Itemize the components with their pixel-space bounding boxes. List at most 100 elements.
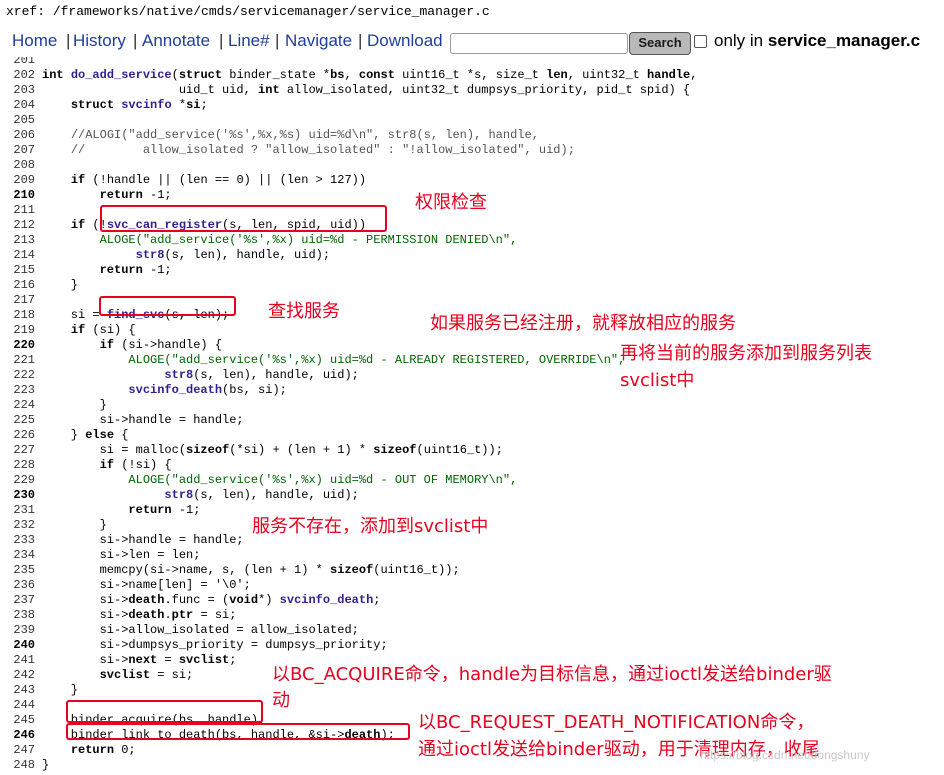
line-number[interactable]: 234: [0, 548, 35, 563]
code-line: 204 struct svcinfo *si;: [0, 98, 944, 113]
code-text: }: [42, 278, 79, 292]
line-number[interactable]: 225: [0, 413, 35, 428]
code-text: if (!handle || (len == 0) || (len > 127)…: [70, 173, 367, 187]
nav-navigate[interactable]: Navigate: [285, 31, 352, 51]
nav-history[interactable]: History: [73, 31, 126, 51]
code-line: 225 si->handle = handle;: [0, 413, 944, 428]
line-number[interactable]: 230: [0, 488, 35, 503]
code-text: } else {: [42, 428, 129, 442]
line-number[interactable]: 212: [0, 218, 35, 233]
line-number[interactable]: 219: [0, 323, 35, 338]
line-number[interactable]: 209: [0, 173, 35, 188]
code-line: 230 str8(s, len), handle, uid);: [0, 488, 944, 503]
line-number[interactable]: 245: [0, 713, 35, 728]
line-number[interactable]: 248: [0, 758, 35, 773]
line-number[interactable]: 231: [0, 503, 35, 518]
line-number[interactable]: 246: [0, 728, 35, 743]
code-text: // allow_isolated ? "allow_isolated" : "…: [70, 143, 575, 157]
code-text: //ALOGI("add_service('%s',%x,%s) uid=%d\…: [70, 128, 539, 142]
line-number[interactable]: 240: [0, 638, 35, 653]
code-line: 227 si = malloc(sizeof(*si) + (len + 1) …: [0, 443, 944, 458]
line-number[interactable]: 236: [0, 578, 35, 593]
line-number[interactable]: 247: [0, 743, 35, 758]
line-number[interactable]: 210: [0, 188, 35, 203]
line-number[interactable]: 213: [0, 233, 35, 248]
code-text: si->next = svclist;: [42, 653, 237, 667]
highlight-binder-acquire: [66, 700, 263, 723]
nav-separator: |: [133, 31, 138, 50]
code-line: 215 return -1;: [0, 263, 944, 278]
line-number[interactable]: 226: [0, 428, 35, 443]
line-number[interactable]: 206: [0, 128, 35, 143]
code-text: si->death.func = (void*) svcinfo_death;: [42, 593, 381, 607]
code-line: 237 si->death.func = (void*) svcinfo_dea…: [0, 593, 944, 608]
code-line: 201: [0, 57, 944, 68]
line-number[interactable]: 228: [0, 458, 35, 473]
highlight-binder-link-to-death: [66, 723, 410, 740]
code-line: 223 svcinfo_death(bs, si);: [0, 383, 944, 398]
search-input[interactable]: [450, 33, 628, 54]
only-in-file-checkbox[interactable]: [694, 35, 707, 48]
code-text: si->len = len;: [42, 548, 201, 562]
line-number[interactable]: 211: [0, 203, 35, 218]
line-number[interactable]: 224: [0, 398, 35, 413]
code-text: if (si) {: [70, 323, 136, 337]
code-line: 206 //ALOGI("add_service('%s',%x,%s) uid…: [0, 128, 944, 143]
line-number[interactable]: 207: [0, 143, 35, 158]
line-number[interactable]: 227: [0, 443, 35, 458]
code-text: return -1;: [99, 263, 172, 277]
annotation-already-registered: 如果服务已经注册，就释放相应的服务: [430, 313, 736, 334]
annotation-permission-check: 权限检查: [415, 192, 487, 213]
code-text: si = malloc(sizeof(*si) + (len + 1) * si…: [42, 443, 503, 457]
line-number[interactable]: 220: [0, 338, 35, 353]
line-number[interactable]: 241: [0, 653, 35, 668]
code-line: 205: [0, 113, 944, 128]
only-in-file-label: only in service_manager.c: [714, 31, 920, 51]
line-number[interactable]: 229: [0, 473, 35, 488]
line-number[interactable]: 239: [0, 623, 35, 638]
line-number[interactable]: 242: [0, 668, 35, 683]
line-number[interactable]: 217: [0, 293, 35, 308]
line-number[interactable]: 216: [0, 278, 35, 293]
line-number[interactable]: 204: [0, 98, 35, 113]
line-number[interactable]: 243: [0, 683, 35, 698]
nav-annotate[interactable]: Annotate: [142, 31, 210, 51]
line-number[interactable]: 215: [0, 263, 35, 278]
code-line: 214 str8(s, len), handle, uid);: [0, 248, 944, 263]
code-text: si->name[len] = '\0';: [42, 578, 251, 592]
line-number[interactable]: 201: [0, 57, 35, 68]
code-text: svclist = si;: [99, 668, 194, 682]
line-number[interactable]: 233: [0, 533, 35, 548]
nav-home[interactable]: Home: [12, 31, 57, 51]
code-text: return -1;: [128, 503, 201, 517]
line-number[interactable]: 223: [0, 383, 35, 398]
code-text: str8(s, len), handle, uid);: [164, 488, 359, 502]
line-number[interactable]: 237: [0, 593, 35, 608]
highlight-svc-can-register: [100, 205, 387, 232]
line-number[interactable]: 202: [0, 68, 35, 83]
line-number[interactable]: 221: [0, 353, 35, 368]
xref-bar: xref: /frameworks/native/cmds/serviceman…: [0, 0, 944, 27]
line-number[interactable]: 203: [0, 83, 35, 98]
code-line: 224 }: [0, 398, 944, 413]
line-number[interactable]: 235: [0, 563, 35, 578]
code-text: if (!si) {: [99, 458, 172, 472]
line-number[interactable]: 238: [0, 608, 35, 623]
xref-file-path[interactable]: /frameworks/native/cmds/servicemanager/s…: [53, 4, 490, 19]
line-number[interactable]: 205: [0, 113, 35, 128]
line-number[interactable]: 244: [0, 698, 35, 713]
annotation-bc-acquire: 以BC_ACQUIRE命令，handle为目标信息，通过ioctl发送给bind…: [272, 664, 832, 685]
line-number[interactable]: 208: [0, 158, 35, 173]
nav-download[interactable]: Download: [367, 31, 443, 51]
line-number[interactable]: 222: [0, 368, 35, 383]
line-number[interactable]: 232: [0, 518, 35, 533]
code-text: }: [42, 518, 107, 532]
line-number[interactable]: 214: [0, 248, 35, 263]
annotation-find-service: 查找服务: [268, 301, 340, 322]
code-text: str8(s, len), handle, uid);: [164, 368, 359, 382]
nav-separator: |: [219, 31, 224, 50]
code-text: return 0;: [70, 743, 136, 757]
line-number[interactable]: 218: [0, 308, 35, 323]
search-button[interactable]: Search: [629, 32, 691, 55]
nav-line-numbers[interactable]: Line#: [228, 31, 270, 51]
